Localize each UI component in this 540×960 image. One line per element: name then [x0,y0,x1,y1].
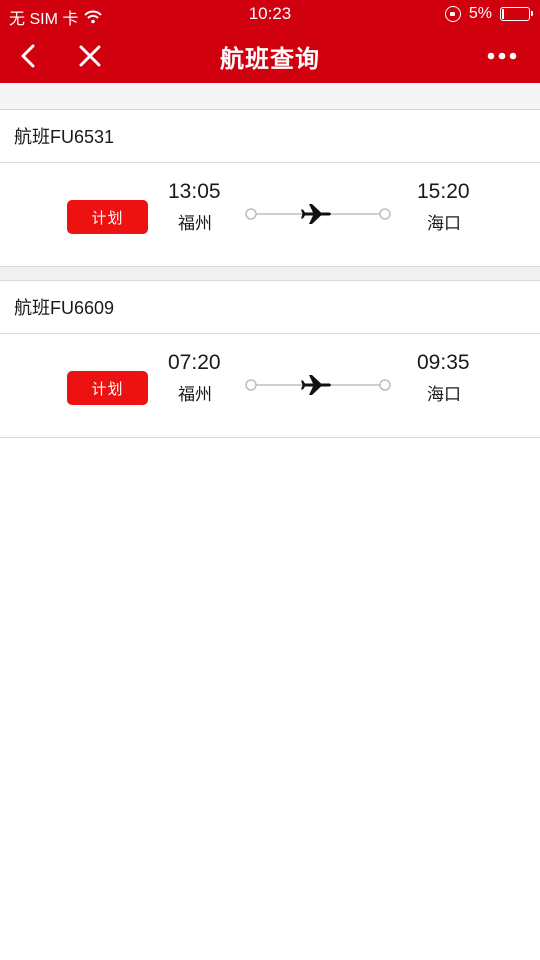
departure-time: 07:20 [168,351,221,374]
flight-card[interactable]: 航班FU6609 计划 07:20 福州 09:35 海口 [0,281,540,438]
status-bar: 无 SIM 卡 10:23 5% [0,0,540,28]
orientation-lock-icon [444,6,461,22]
more-icon[interactable] [482,36,522,76]
arrival-city: 海口 [427,385,461,404]
flight-status-badge: 计划 [67,200,148,234]
flight-number: 航班FU6531 [0,110,540,163]
flight-detail[interactable]: 计划 13:05 福州 15:20 海口 [0,163,540,267]
departure-city: 福州 [178,214,212,233]
battery-percent: 5% [468,5,492,22]
arrival-time: 15:20 [417,180,470,203]
battery-icon [500,7,533,21]
status-right: 5% [444,5,533,23]
route-plane-icon [245,204,391,224]
card-separator [0,267,540,281]
arrival-time: 09:35 [417,351,470,374]
nav-bar: 航班查询 [0,28,540,83]
flight-list: 航班FU6531 计划 13:05 福州 15:20 海口 航班FU6609 计… [0,83,540,438]
departure-city: 福州 [178,385,212,404]
flight-detail[interactable]: 计划 07:20 福州 09:35 海口 [0,334,540,438]
flight-status-badge: 计划 [67,371,148,405]
departure-time: 13:05 [168,180,221,203]
route-plane-icon [245,375,391,395]
list-top-gap [0,83,540,110]
flight-number: 航班FU6609 [0,281,540,334]
arrival-city: 海口 [427,214,461,233]
app-header: 无 SIM 卡 10:23 5% 航班查询 [0,0,540,83]
back-icon[interactable] [8,36,48,76]
close-icon[interactable] [70,36,110,76]
flight-card[interactable]: 航班FU6531 计划 13:05 福州 15:20 海口 [0,110,540,267]
